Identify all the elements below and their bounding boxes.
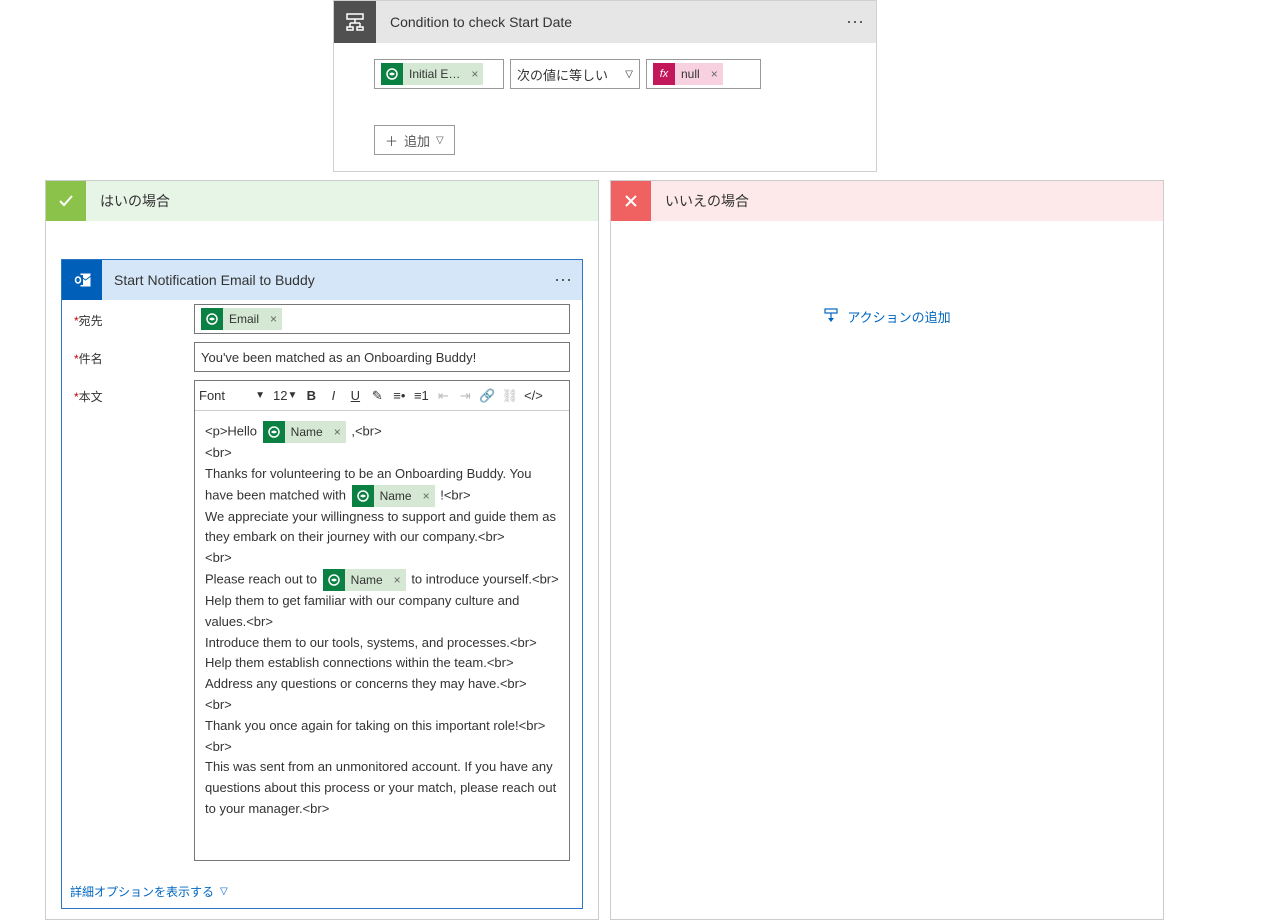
- editor-toolbar: Font▼ 12 ▼ B I U ✎ ≡• ≡1 ⇤ ⇥: [195, 381, 569, 411]
- to-input[interactable]: Email ×: [194, 304, 570, 334]
- check-icon: [46, 181, 86, 221]
- dataverse-icon: [352, 485, 374, 507]
- remove-token-icon[interactable]: ×: [418, 485, 435, 507]
- to-label: *宛先: [74, 304, 194, 334]
- italic-button[interactable]: I: [323, 385, 343, 407]
- unlink-icon[interactable]: ⛓: [500, 385, 521, 407]
- action-more-icon[interactable]: ⋯: [546, 270, 582, 291]
- condition-card: Condition to check Start Date ⋯ Initial …: [333, 0, 877, 172]
- no-branch-header: いいえの場合: [611, 181, 1163, 221]
- close-icon: [611, 181, 651, 221]
- condition-more-icon[interactable]: ⋯: [836, 12, 876, 33]
- add-condition-button[interactable]: ＋ 追加 ▽: [374, 125, 455, 155]
- remove-token-icon[interactable]: ×: [706, 63, 723, 85]
- dataverse-icon: [263, 421, 285, 443]
- action-header[interactable]: Start Notification Email to Buddy ⋯: [62, 260, 582, 300]
- bullet-list-icon[interactable]: ≡•: [389, 385, 409, 407]
- yes-branch-header: はいの場合: [46, 181, 598, 221]
- font-select[interactable]: Font▼: [199, 385, 269, 407]
- expression-token[interactable]: fx null ×: [653, 63, 723, 85]
- body-editor: Font▼ 12 ▼ B I U ✎ ≡• ≡1 ⇤ ⇥: [194, 380, 570, 861]
- condition-body: Initial E… × 次の値に等しい ▽ fx null ×: [334, 43, 876, 171]
- subject-label: *件名: [74, 342, 194, 372]
- remove-token-icon[interactable]: ×: [466, 63, 483, 85]
- underline-button[interactable]: U: [345, 385, 365, 407]
- subject-input[interactable]: You've been matched as an Onboarding Bud…: [194, 342, 570, 372]
- fx-icon: fx: [653, 63, 675, 85]
- condition-icon: [334, 1, 376, 43]
- indent-icon[interactable]: ⇥: [455, 385, 475, 407]
- yes-label: はいの場合: [86, 191, 170, 211]
- body-content[interactable]: <p>Hello Name× ,<br> <br> Thanks for vol…: [195, 411, 569, 860]
- action-title: Start Notification Email to Buddy: [102, 272, 546, 288]
- condition-right-operand[interactable]: fx null ×: [646, 59, 761, 89]
- dynamic-token[interactable]: Name×: [352, 485, 435, 507]
- fontsize-select[interactable]: 12 ▼: [271, 385, 299, 407]
- dynamic-token[interactable]: Name×: [323, 569, 406, 591]
- chevron-down-icon: ▽: [625, 69, 633, 80]
- code-icon[interactable]: </>: [522, 385, 545, 407]
- outdent-icon[interactable]: ⇤: [433, 385, 453, 407]
- condition-operator-select[interactable]: 次の値に等しい ▽: [510, 59, 640, 89]
- remove-token-icon[interactable]: ×: [265, 308, 282, 330]
- show-advanced-button[interactable]: 詳細オプションを表示する ▽: [62, 865, 582, 908]
- no-label: いいえの場合: [651, 191, 749, 211]
- outlook-icon: [62, 260, 102, 300]
- add-step-icon: [823, 308, 839, 324]
- condition-header[interactable]: Condition to check Start Date ⋯: [334, 1, 876, 43]
- dataverse-icon: [381, 63, 403, 85]
- condition-left-operand[interactable]: Initial E… ×: [374, 59, 504, 89]
- dynamic-token[interactable]: Initial E… ×: [381, 63, 483, 85]
- branches: はいの場合 Start Notification Email to Buddy …: [45, 180, 1164, 920]
- edit-icon[interactable]: ✎: [367, 385, 387, 407]
- chevron-down-icon: ▽: [220, 886, 228, 897]
- condition-expression-row: Initial E… × 次の値に等しい ▽ fx null ×: [374, 59, 876, 89]
- dataverse-icon: [323, 569, 345, 591]
- condition-title: Condition to check Start Date: [376, 14, 836, 30]
- remove-token-icon[interactable]: ×: [329, 421, 346, 443]
- numbered-list-icon[interactable]: ≡1: [411, 385, 431, 407]
- plus-icon: ＋: [385, 131, 398, 150]
- chevron-down-icon: ▽: [436, 135, 444, 146]
- dynamic-token[interactable]: Email ×: [201, 308, 282, 330]
- yes-branch: はいの場合 Start Notification Email to Buddy …: [45, 180, 599, 920]
- bold-button[interactable]: B: [301, 385, 321, 407]
- link-icon[interactable]: 🔗: [477, 385, 497, 407]
- remove-token-icon[interactable]: ×: [389, 569, 406, 591]
- body-label: *本文: [74, 380, 194, 861]
- dynamic-token[interactable]: Name×: [263, 421, 346, 443]
- email-action-card: Start Notification Email to Buddy ⋯ *宛先 …: [61, 259, 583, 909]
- no-branch: いいえの場合 アクションの追加: [610, 180, 1164, 920]
- add-action-button[interactable]: アクションの追加: [823, 307, 950, 326]
- dataverse-icon: [201, 308, 223, 330]
